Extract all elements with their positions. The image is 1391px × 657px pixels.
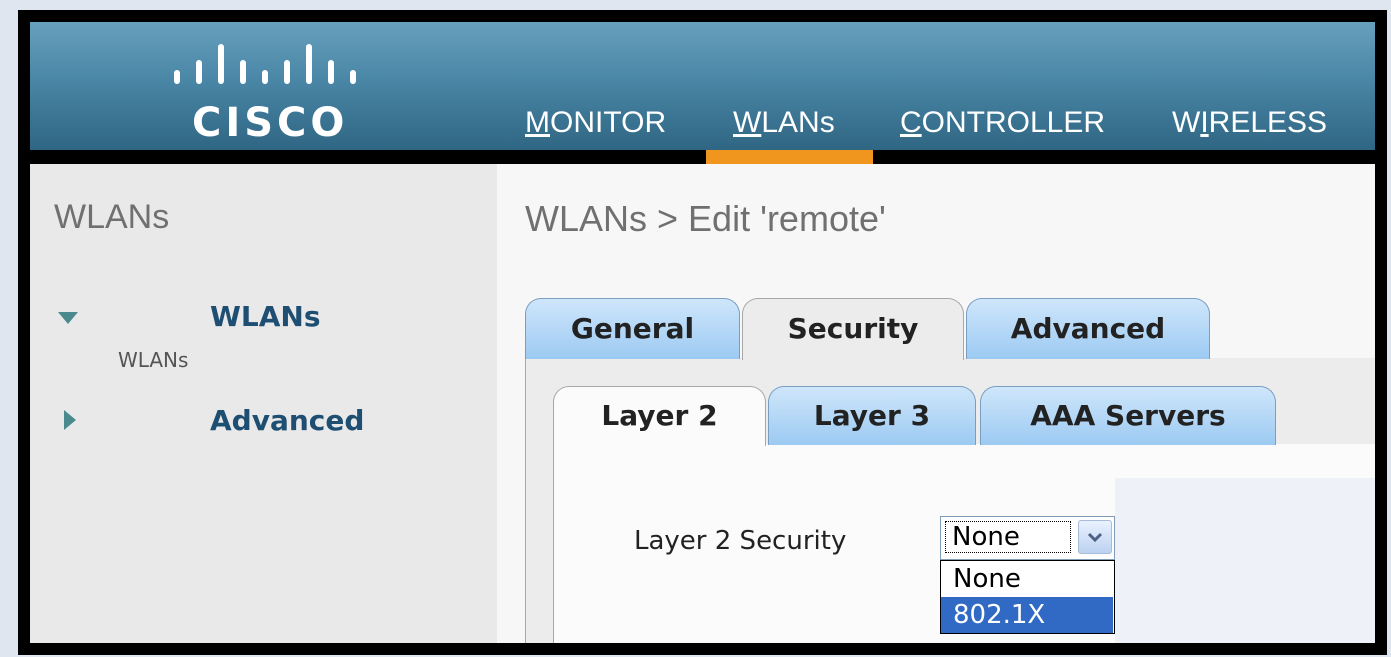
layer2-security-select[interactable]: None [940,516,1115,560]
sidebar-subitem-wlans[interactable]: WLANs [118,348,188,372]
cisco-logo-text: CISCO [192,100,349,146]
subtab-layer-3[interactable]: Layer 3 [768,386,976,445]
triangle-down-icon[interactable] [56,310,80,326]
subtab-layer-2[interactable]: Layer 2 [553,386,766,446]
select-dropdown-button[interactable] [1078,520,1112,554]
sidebar-item-advanced[interactable]: Advanced [210,404,364,437]
layer2-security-options: None 802.1X [940,560,1115,634]
sidebar-title: WLANs [54,198,170,236]
layer2-security-label: Layer 2 Security [634,526,847,556]
page-title: WLANs > Edit 'remote' [525,198,886,239]
nav-monitor[interactable]: MONITOR [525,106,666,140]
nav-wireless[interactable]: WIRELESS [1172,106,1327,140]
tab-security[interactable]: Security [742,298,964,360]
option-802-1x[interactable]: 802.1X [941,597,1113,633]
option-none[interactable]: None [941,561,1113,597]
select-current-value: None [945,521,1071,553]
chevron-down-icon [1087,532,1103,543]
content-area-background [1115,478,1375,643]
triangle-right-icon[interactable] [62,408,78,432]
tab-advanced[interactable]: Advanced [966,298,1210,359]
tab-general[interactable]: General [525,298,740,359]
active-nav-indicator [706,150,873,164]
nav-wlans[interactable]: WLANs [733,106,835,140]
cisco-logo-icon [174,44,356,84]
nav-controller[interactable]: CONTROLLER [900,106,1105,140]
sidebar-item-wlans[interactable]: WLANs [210,300,321,333]
subtab-aaa-servers[interactable]: AAA Servers [980,386,1276,445]
